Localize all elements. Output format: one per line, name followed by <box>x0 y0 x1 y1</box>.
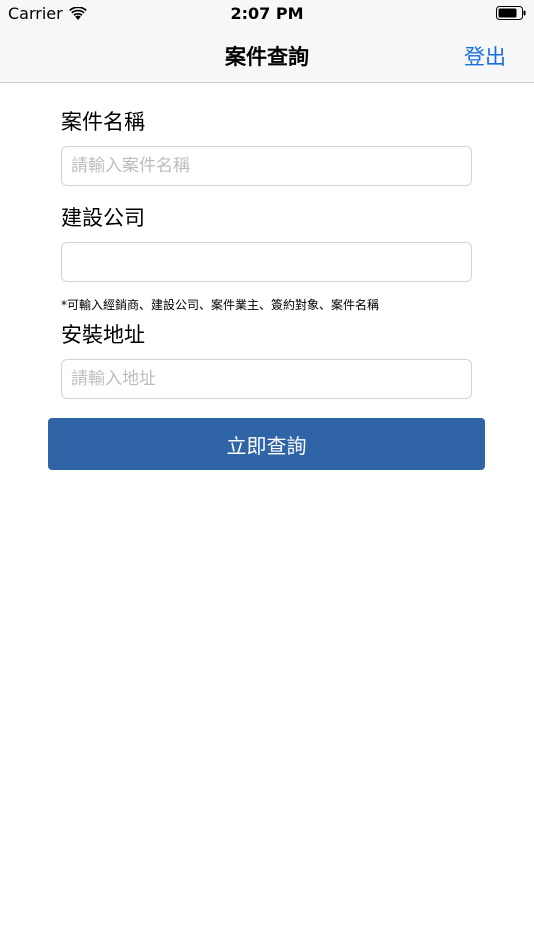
search-hint: *可輸入經銷商、建設公司、案件業主、簽約對象、案件名稱 <box>61 298 380 312</box>
company-label: 建設公司 <box>61 206 145 230</box>
company-input[interactable] <box>61 242 472 282</box>
address-input[interactable] <box>61 359 472 399</box>
case-name-label: 案件名稱 <box>61 110 145 134</box>
navigation-bar: 案件查詢 登出 <box>0 28 534 83</box>
address-label: 安裝地址 <box>61 323 145 347</box>
clock: 2:07 PM <box>230 4 304 23</box>
search-button[interactable]: 立即查詢 <box>48 418 485 470</box>
logout-button[interactable]: 登出 <box>464 41 506 71</box>
search-form: 案件名稱 建設公司 *可輸入經銷商、建設公司、案件業主、簽約對象、案件名稱 安裝… <box>61 104 472 399</box>
page-title: 案件查詢 <box>225 45 309 69</box>
battery-icon <box>496 6 526 20</box>
case-name-input[interactable] <box>61 146 472 186</box>
status-bar: Carrier 2:07 PM <box>0 0 534 28</box>
